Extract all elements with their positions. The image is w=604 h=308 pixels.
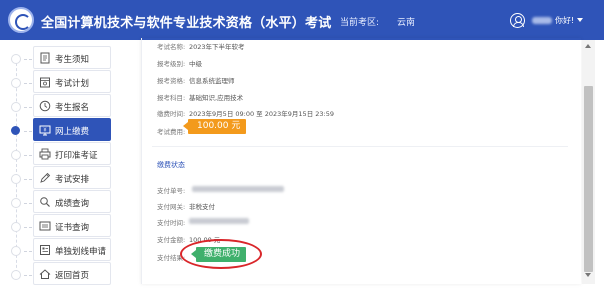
sidebar-item-label: 考试安排: [55, 175, 90, 185]
fee-label: 考试费用:: [157, 128, 186, 136]
level-label: 报考级别:: [157, 60, 186, 68]
gateway-value: 非税支付: [189, 203, 215, 211]
sidebar-item-label: 网上缴费: [55, 127, 90, 137]
order-no-redacted: [192, 186, 284, 192]
document-icon: [39, 52, 51, 64]
scroll-up-arrow-icon[interactable]: [585, 44, 591, 48]
timeline-dot: [11, 174, 21, 184]
top-header: 全国计算机技术与软件专业技术资格（水平）考试 当前考区: 云南 你好!: [0, 0, 604, 40]
scroll-down-arrow-icon[interactable]: [585, 273, 591, 277]
sidebar-item-payment[interactable]: ¥ 网上缴费: [0, 118, 142, 142]
payment-time-label: 缴费时间:: [157, 110, 186, 118]
chevron-down-icon[interactable]: [577, 18, 583, 22]
sidebar-item-plan[interactable]: 考试计划: [0, 70, 142, 94]
sidebar-item-box[interactable]: 考试安排: [33, 166, 111, 189]
subjects-value: 基础知识,应用技术: [189, 94, 244, 102]
sidebar-item-admission-ticket[interactable]: 打印准考证: [0, 142, 142, 166]
app-title: 全国计算机技术与软件专业技术资格（水平）考试: [41, 16, 332, 31]
sidebar-item-label: 证书查询: [55, 223, 90, 233]
printer-icon: [39, 148, 51, 160]
sidebar-item-box[interactable]: 返回首页: [33, 262, 111, 285]
timeline-dot-active: [11, 126, 20, 135]
sidebar-item-box[interactable]: ¥ 网上缴费: [33, 118, 111, 141]
user-name-redacted: [532, 17, 552, 24]
sidebar-item-certificate-query[interactable]: 证书查询: [0, 214, 142, 238]
timeline-dot: [11, 54, 21, 64]
level-value: 中级: [189, 60, 202, 68]
exam-name-value: 2023年下半年软考: [189, 43, 245, 51]
search-icon: [39, 196, 51, 208]
sidebar-item-box[interactable]: 考试计划: [33, 70, 111, 93]
sidebar-item-registration[interactable]: 考生报名: [0, 94, 142, 118]
certificate-icon: [39, 220, 51, 232]
home-icon: [39, 268, 51, 280]
sidebar-item-notice[interactable]: 考生须知: [0, 46, 142, 70]
timeline-connector: [24, 59, 32, 60]
payment-icon: ¥: [39, 124, 51, 136]
timeline-dot: [11, 102, 21, 112]
highlight-circle: [180, 239, 262, 269]
sidebar-nav: 考生须知 考试计划 考生报名 ¥ 网上缴费 打印准考证 考试安排 成绩查询 证书…: [0, 40, 142, 286]
sidebar-item-box[interactable]: 打印准考证: [33, 142, 111, 165]
sidebar-item-box[interactable]: 考生须知: [33, 46, 111, 69]
sidebar-item-score-query[interactable]: 成绩查询: [0, 190, 142, 214]
sidebar-item-label: 考生须知: [55, 55, 90, 65]
sidebar-item-box[interactable]: 证书查询: [33, 214, 111, 237]
sidebar-item-label: 考生报名: [55, 103, 90, 113]
payment-time-value: 2023年9月5日 09:00 至 2023年9月15日 23:59: [189, 110, 334, 118]
timeline-connector: [24, 227, 32, 228]
payment-status-title: 缴费状态: [157, 161, 185, 169]
amount-label: 支付金额:: [157, 236, 186, 244]
sidebar-item-label: 考试计划: [55, 79, 90, 89]
timeline-connector: [24, 251, 32, 252]
region-value: 云南: [397, 18, 416, 28]
sidebar-item-exam-schedule[interactable]: 考试安排: [0, 166, 142, 190]
form-icon: [39, 244, 51, 256]
timeline-connector: [24, 155, 32, 156]
sidebar-item-home[interactable]: 返回首页: [0, 262, 142, 286]
scrollbar-thumb[interactable]: [584, 86, 593, 272]
timeline-connector: [24, 203, 32, 204]
fee-tag: 100.00 元: [182, 119, 247, 134]
sidebar-item-box[interactable]: 考生报名: [33, 94, 111, 117]
order-no-label: 支付单号:: [157, 187, 186, 195]
timeline-connector: [24, 131, 32, 132]
sidebar-item-label: 返回首页: [55, 271, 90, 281]
timeline-dot: [11, 78, 21, 88]
timeline-dot: [11, 246, 21, 256]
timeline-dot: [11, 198, 21, 208]
timeline-connector: [24, 107, 32, 108]
pencil-icon: [39, 172, 51, 184]
sidebar-item-box[interactable]: 成绩查询: [33, 190, 111, 213]
sidebar-item-box[interactable]: 单独划线申请: [33, 238, 111, 261]
qualification-label: 报考资格:: [157, 77, 186, 85]
clock-icon: [39, 100, 51, 112]
timeline-dot: [11, 150, 21, 160]
exam-logo-icon: [8, 7, 34, 33]
pay-time-label: 支付时间:: [157, 219, 186, 227]
timeline-dot: [11, 270, 21, 280]
gateway-label: 支付网关:: [157, 203, 186, 211]
sidebar-item-label: 成绩查询: [55, 199, 90, 209]
subjects-label: 报考科目:: [157, 94, 186, 102]
svg-text:¥: ¥: [43, 128, 46, 134]
calendar-icon: [39, 76, 51, 88]
sidebar-item-label: 单独划线申请: [55, 247, 107, 257]
timeline-dot: [11, 222, 21, 232]
region-label: 当前考区:: [340, 18, 380, 28]
qualification-value: 信息系统监理师: [189, 77, 235, 85]
user-greeting[interactable]: 你好!: [555, 15, 574, 26]
timeline-connector: [24, 179, 32, 180]
exam-name-label: 考试名称:: [157, 43, 186, 51]
pay-time-redacted: [189, 218, 249, 224]
sidebar-item-label: 打印准考证: [55, 151, 98, 161]
sidebar-item-line-application[interactable]: 单独划线申请: [0, 238, 142, 262]
timeline-connector: [24, 275, 32, 276]
section-divider: [152, 146, 568, 147]
user-avatar-icon[interactable]: [510, 13, 525, 28]
timeline-connector: [24, 83, 32, 84]
